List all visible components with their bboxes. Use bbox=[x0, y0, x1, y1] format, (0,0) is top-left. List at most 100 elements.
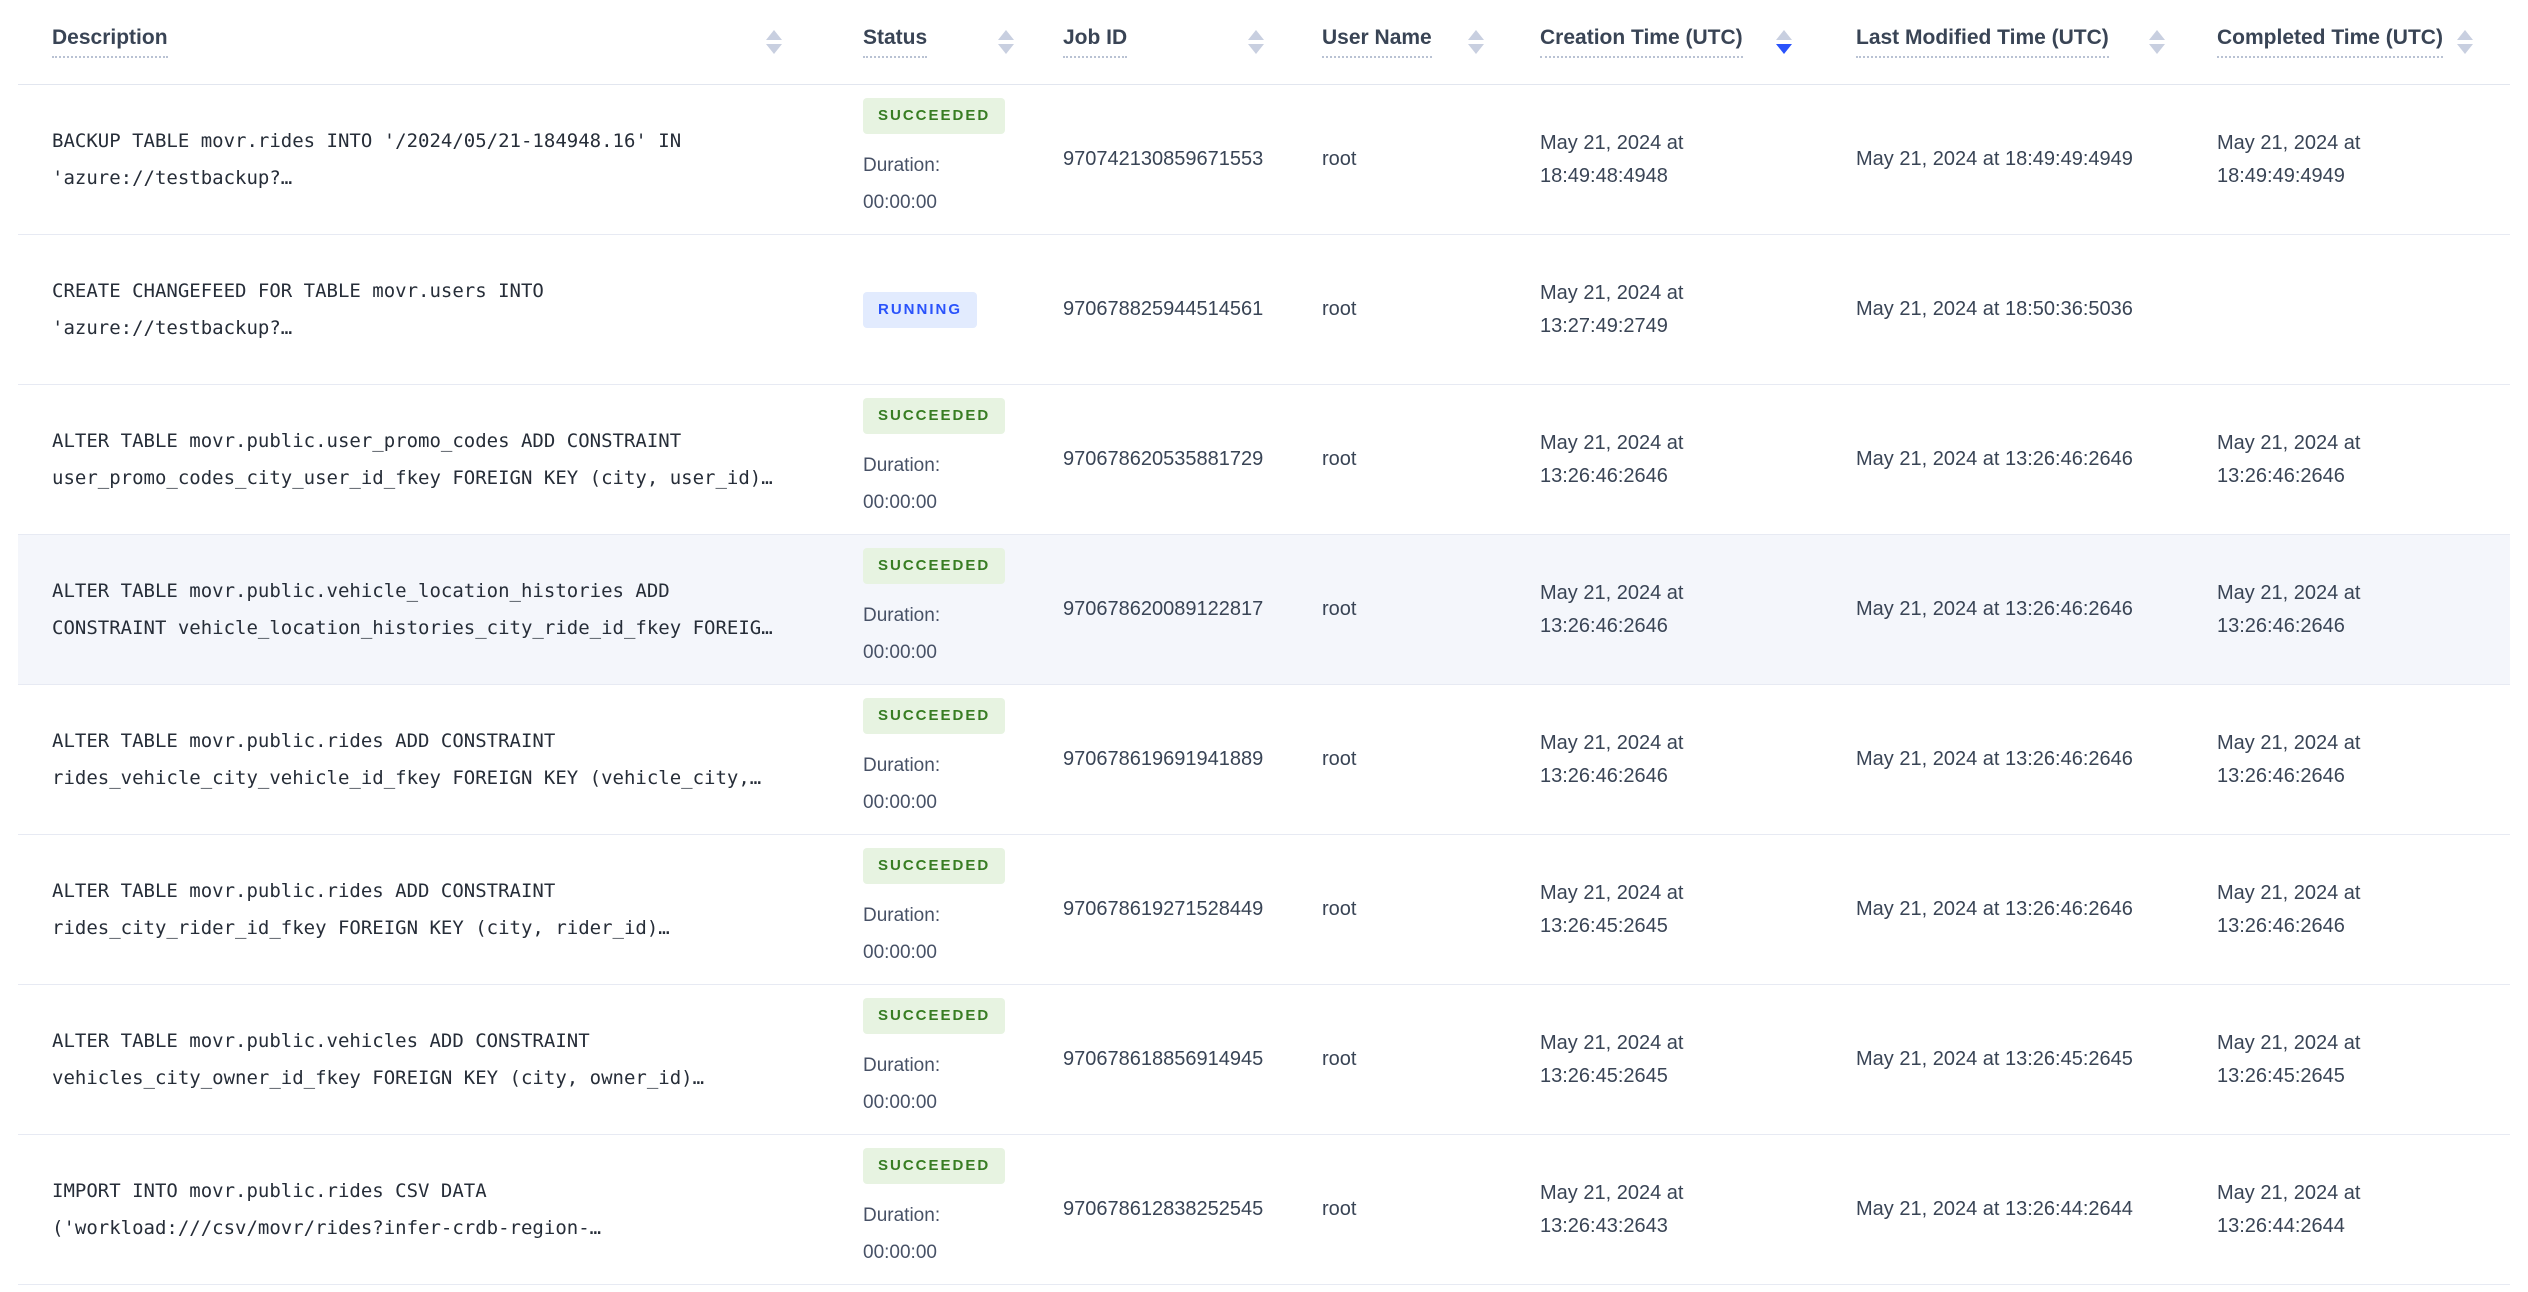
job-completed-time: May 21, 2024 at 13:26:46:2646 bbox=[2217, 581, 2361, 637]
sort-arrows-icon[interactable] bbox=[984, 30, 1014, 54]
job-duration: Duration: 00:00:00 bbox=[863, 147, 940, 221]
job-description[interactable]: ALTER TABLE movr.public.vehicle_location… bbox=[18, 573, 830, 647]
job-last-modified-time: May 21, 2024 at 18:50:36:5036 bbox=[1856, 298, 2133, 320]
column-header-completed-time-utc[interactable]: Completed Time (UTC) bbox=[2185, 0, 2510, 84]
duration-value: 00:00:00 bbox=[863, 1092, 937, 1113]
sort-arrows-icon[interactable] bbox=[1234, 30, 1264, 54]
job-description[interactable]: ALTER TABLE movr.public.rides ADD CONSTR… bbox=[18, 723, 830, 797]
job-creation-time: May 21, 2024 at 13:26:43:2643 bbox=[1540, 1181, 1684, 1237]
job-description[interactable]: ALTER TABLE movr.public.rides ADD CONSTR… bbox=[18, 873, 830, 947]
job-description[interactable]: BACKUP TABLE movr.rides INTO '/2024/05/2… bbox=[18, 123, 830, 197]
job-last-modified-time: May 21, 2024 at 13:26:44:2644 bbox=[1856, 1198, 2133, 1220]
job-duration: Duration: 00:00:00 bbox=[863, 447, 940, 521]
table-row[interactable]: ALTER TABLE movr.public.rides ADD CONSTR… bbox=[18, 685, 2510, 835]
table-row[interactable]: CREATE CHANGEFEED FOR TABLE movr.users I… bbox=[18, 235, 2510, 385]
sort-asc-icon bbox=[2149, 30, 2165, 40]
job-description[interactable]: IMPORT INTO movr.public.rides CSV DATA ('… bbox=[18, 1173, 830, 1247]
duration-value: 00:00:00 bbox=[863, 192, 937, 213]
job-completed-time: May 21, 2024 at 13:26:46:2646 bbox=[2217, 731, 2361, 787]
sort-desc-icon bbox=[1248, 44, 1264, 54]
job-status-cell: SUCCEEDED Duration: 00:00:00 bbox=[830, 698, 1040, 821]
sort-arrows-icon[interactable] bbox=[2135, 30, 2165, 54]
job-description[interactable]: CREATE CHANGEFEED FOR TABLE movr.users I… bbox=[18, 273, 830, 347]
sort-arrows-icon[interactable] bbox=[2443, 30, 2473, 54]
job-id: 970678618856914945 bbox=[1063, 1048, 1264, 1070]
job-user-name: root bbox=[1322, 748, 1357, 770]
sort-arrows-icon[interactable] bbox=[1454, 30, 1484, 54]
duration-value: 00:00:00 bbox=[863, 792, 937, 813]
sort-desc-icon bbox=[998, 44, 1014, 54]
sort-asc-icon bbox=[1468, 30, 1484, 40]
status-badge: SUCCEEDED bbox=[863, 848, 1006, 884]
job-id: 970678620089122817 bbox=[1063, 598, 1264, 620]
duration-value: 00:00:00 bbox=[863, 492, 937, 513]
duration-label: Duration: bbox=[863, 605, 941, 626]
job-id: 970678619271528449 bbox=[1063, 898, 1264, 920]
job-duration: Duration: 00:00:00 bbox=[863, 1197, 940, 1271]
job-description[interactable]: ALTER TABLE movr.public.vehicles ADD CON… bbox=[18, 1023, 830, 1097]
status-badge: SUCCEEDED bbox=[863, 398, 1006, 434]
duration-label: Duration: bbox=[863, 755, 941, 776]
table-row[interactable]: ALTER TABLE movr.public.rides ADD CONSTR… bbox=[18, 835, 2510, 985]
duration-label: Duration: bbox=[863, 1205, 941, 1226]
table-row[interactable]: ALTER TABLE movr.public.vehicles ADD CON… bbox=[18, 985, 2510, 1135]
job-last-modified-time: May 21, 2024 at 13:26:46:2646 bbox=[1856, 748, 2133, 770]
column-label: Status bbox=[863, 26, 928, 59]
job-user-name: root bbox=[1322, 1048, 1357, 1070]
job-creation-time: May 21, 2024 at 13:26:45:2645 bbox=[1540, 1031, 1684, 1087]
job-duration: Duration: 00:00:00 bbox=[863, 747, 940, 821]
job-creation-time: May 21, 2024 at 13:26:46:2646 bbox=[1540, 431, 1684, 487]
column-header-status[interactable]: Status bbox=[830, 0, 1040, 84]
table-row[interactable]: ALTER TABLE movr.public.vehicle_location… bbox=[18, 535, 2510, 685]
column-header-creation-time-utc[interactable]: Creation Time (UTC) bbox=[1510, 0, 1822, 84]
status-badge: SUCCEEDED bbox=[863, 548, 1006, 584]
job-id: 970678619691941889 bbox=[1063, 748, 1264, 770]
column-header-user-name[interactable]: User Name bbox=[1290, 0, 1510, 84]
duration-label: Duration: bbox=[863, 905, 941, 926]
column-label: Completed Time (UTC) bbox=[2217, 26, 2443, 59]
table-row[interactable]: ALTER TABLE movr.public.user_promo_codes… bbox=[18, 385, 2510, 535]
sort-asc-icon bbox=[2456, 30, 2473, 40]
status-badge: SUCCEEDED bbox=[863, 98, 1006, 134]
job-id: 970678612838252545 bbox=[1063, 1198, 1264, 1220]
duration-value: 00:00:00 bbox=[863, 942, 937, 963]
job-user-name: root bbox=[1322, 298, 1357, 320]
table-row[interactable]: BACKUP TABLE movr.rides INTO '/2024/05/2… bbox=[18, 85, 2510, 235]
sort-arrows-icon[interactable] bbox=[752, 30, 782, 54]
job-completed-time: May 21, 2024 at 13:26:46:2646 bbox=[2217, 431, 2361, 487]
status-badge: SUCCEEDED bbox=[863, 998, 1006, 1034]
column-label: User Name bbox=[1322, 26, 1432, 59]
sort-desc-icon bbox=[2149, 44, 2165, 54]
sort-arrows-icon[interactable] bbox=[1762, 30, 1792, 54]
sort-asc-icon bbox=[1248, 30, 1264, 40]
status-badge: RUNNING bbox=[863, 291, 977, 328]
job-duration: Duration: 00:00:00 bbox=[863, 597, 940, 671]
duration-label: Duration: bbox=[863, 455, 941, 476]
sort-desc-icon bbox=[2456, 44, 2473, 54]
job-status-cell: SUCCEEDED Duration: 00:00:00 bbox=[830, 998, 1040, 1121]
job-user-name: root bbox=[1322, 148, 1357, 170]
job-description[interactable]: ALTER TABLE movr.public.user_promo_codes… bbox=[18, 423, 830, 497]
column-header-description[interactable]: Description bbox=[18, 0, 830, 84]
job-creation-time: May 21, 2024 at 13:26:45:2645 bbox=[1540, 881, 1684, 937]
job-completed-time: May 21, 2024 at 13:26:45:2645 bbox=[2217, 1031, 2361, 1087]
jobs-table: Description Status Job ID User Name Crea… bbox=[18, 0, 2510, 1285]
column-label: Last Modified Time (UTC) bbox=[1856, 26, 2109, 59]
job-id: 970742130859671553 bbox=[1063, 148, 1264, 170]
duration-label: Duration: bbox=[863, 1055, 941, 1076]
table-header-row: Description Status Job ID User Name Crea… bbox=[18, 0, 2510, 85]
job-user-name: root bbox=[1322, 898, 1357, 920]
status-badge: SUCCEEDED bbox=[863, 698, 1006, 734]
column-header-job-id[interactable]: Job ID bbox=[1040, 0, 1290, 84]
job-duration: Duration: 00:00:00 bbox=[863, 1047, 940, 1121]
job-status-cell: SUCCEEDED Duration: 00:00:00 bbox=[830, 848, 1040, 971]
job-status-cell: SUCCEEDED Duration: 00:00:00 bbox=[830, 98, 1040, 221]
table-row[interactable]: IMPORT INTO movr.public.rides CSV DATA ('… bbox=[18, 1135, 2510, 1285]
job-user-name: root bbox=[1322, 448, 1357, 470]
job-last-modified-time: May 21, 2024 at 18:49:49:4949 bbox=[1856, 148, 2133, 170]
duration-label: Duration: bbox=[863, 155, 941, 176]
duration-value: 00:00:00 bbox=[863, 642, 937, 663]
job-id: 970678620535881729 bbox=[1063, 448, 1264, 470]
column-header-last-modified-time-utc[interactable]: Last Modified Time (UTC) bbox=[1822, 0, 2185, 84]
sort-desc-icon bbox=[1776, 44, 1792, 54]
